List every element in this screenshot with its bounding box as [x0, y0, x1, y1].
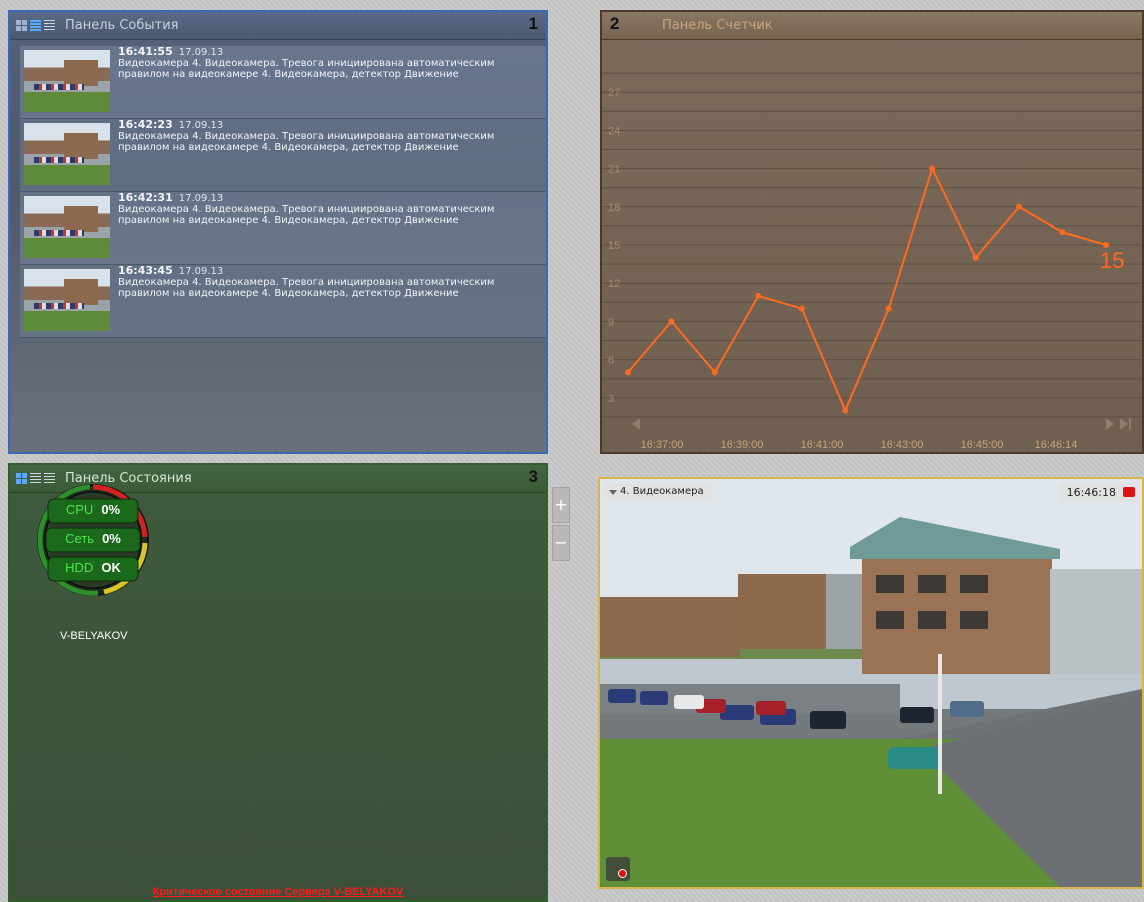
panel-title: Панель События [65, 18, 179, 33]
event-description: Видеокамера 4. Видеокамера. Тревога иниц… [118, 131, 495, 153]
current-value-label: 15 [1100, 248, 1124, 273]
metric-label: HDD [65, 560, 94, 575]
event-date: 17.09.13 [178, 47, 224, 58]
scroll-right-icon[interactable] [1106, 418, 1114, 430]
y-tick-label: 12 [608, 278, 620, 290]
critical-state-link[interactable]: Критическое состояние Сервера V-BELYAKOV [10, 886, 546, 898]
status-panel: Панель Состояния 3 CPU 0% Сеть 0% HDD OK… [8, 463, 548, 902]
view-switcher [16, 20, 55, 31]
event-description: Видеокамера 4. Видеокамера. Тревога иниц… [118, 58, 495, 80]
server-name: V-BELYAKOV [60, 630, 128, 642]
data-point [755, 292, 762, 299]
event-thumbnail[interactable] [24, 123, 110, 185]
data-point [711, 369, 718, 376]
event-thumbnail[interactable] [24, 50, 110, 112]
event-date: 17.09.13 [178, 193, 224, 204]
series-points [625, 165, 1109, 414]
counter-chart: 3 6 9 12 15 18 21 24 27 16:37:00 16:39:00 16:41:00… [602, 72, 1142, 451]
event-time: 16:42:23 [118, 118, 173, 131]
scroll-left-icon[interactable] [632, 418, 640, 430]
event-time: 16:42:31 [118, 191, 173, 204]
series-line [627, 165, 1107, 414]
x-tick-label: 16:46:14 [1035, 439, 1078, 451]
hdd-metric: HDD OK [34, 560, 152, 575]
grid-view-icon[interactable] [16, 20, 27, 31]
panel-number: 2 [610, 14, 620, 33]
event-thumbnail[interactable] [24, 196, 110, 258]
camera-title-button[interactable]: 4. Видеокамера [604, 483, 712, 500]
metric-label: CPU [65, 502, 94, 517]
x-tick-label: 16:39:00 [721, 439, 764, 451]
network-metric: Сеть 0% [34, 531, 152, 546]
data-point [929, 165, 936, 172]
counter-panel-header: 2 Панель Счетчик [602, 12, 1142, 40]
data-point [668, 318, 675, 325]
lines-view-icon[interactable] [44, 20, 55, 31]
event-text: 16:42:23 17.09.13 Видеокамера 4. Видеокам… [118, 119, 542, 153]
camera-video-feed[interactable] [600, 479, 1142, 887]
metric-value: 0% [101, 502, 121, 517]
y-tick-labels: 3 6 9 12 15 18 21 24 27 [608, 87, 620, 405]
event-item[interactable]: 16:42:23 17.09.13 Видеокамера 4. Видеокам… [20, 119, 546, 192]
list-view-icon[interactable] [30, 20, 41, 31]
cpu-metric: CPU 0% [34, 502, 152, 517]
camera-panel[interactable]: 4. Видеокамера 16:46:18 [598, 477, 1144, 889]
events-panel: Панель События 1 16:41:55 17.09.13 Видеок… [8, 10, 548, 454]
event-description: Видеокамера 4. Видеокамера. Тревога иниц… [118, 204, 495, 226]
event-item[interactable]: 16:41:55 17.09.13 Видеокамера 4. Видеокам… [20, 46, 546, 119]
event-text: 16:42:31 17.09.13 Видеокамера 4. Видеокам… [118, 192, 542, 226]
y-tick-label: 6 [608, 355, 614, 367]
event-date: 17.09.13 [178, 266, 224, 277]
events-panel-header: Панель События 1 [10, 12, 546, 40]
data-point [885, 305, 892, 312]
data-point [625, 369, 631, 376]
y-tick-label: 15 [608, 240, 620, 252]
zoom-out-button[interactable]: − [552, 525, 570, 561]
server-status-gauge[interactable]: CPU 0% Сеть 0% HDD OK [34, 481, 152, 599]
data-point [1059, 229, 1066, 236]
x-tick-label: 16:45:00 [961, 439, 1004, 451]
data-point [842, 407, 849, 414]
data-point [798, 305, 805, 312]
event-text: 16:41:55 17.09.13 Видеокамера 4. Видеокам… [118, 46, 542, 80]
camera-menu-icon[interactable] [606, 857, 630, 881]
y-tick-label: 21 [608, 164, 620, 176]
event-thumbnail[interactable] [24, 269, 110, 331]
panel-number: 3 [528, 467, 538, 486]
event-date: 17.09.13 [178, 120, 224, 131]
y-tick-label: 9 [608, 316, 614, 328]
y-tick-label: 18 [608, 202, 620, 214]
event-item[interactable]: 16:43:45 17.09.13 Видеокамера 4. Видеокам… [20, 265, 546, 338]
y-tick-label: 3 [608, 393, 614, 405]
panel-title: Панель Счетчик [662, 18, 773, 33]
chart-grid [602, 72, 1142, 418]
data-point [1016, 203, 1023, 210]
event-text: 16:43:45 17.09.13 Видеокамера 4. Видеокам… [118, 265, 542, 299]
counter-panel: 2 Панель Счетчик 3 6 9 12 15 18 21 24 27 16:37:0… [600, 10, 1144, 454]
rec-icon [1123, 487, 1135, 497]
event-time: 16:41:55 [118, 45, 173, 58]
x-tick-labels: 16:37:00 16:39:00 16:41:00 16:43:00 16:45:00… [641, 439, 1078, 451]
x-tick-label: 16:41:00 [801, 439, 844, 451]
grid-view-icon[interactable] [16, 473, 27, 484]
x-tick-label: 16:43:00 [881, 439, 924, 451]
x-tick-label: 16:37:00 [641, 439, 684, 451]
scroll-end-icon[interactable] [1120, 418, 1131, 430]
event-time: 16:43:45 [118, 264, 173, 277]
y-tick-label: 24 [608, 125, 620, 137]
data-point [972, 254, 979, 261]
y-tick-label: 27 [608, 87, 620, 99]
event-item[interactable]: 16:42:31 17.09.13 Видеокамера 4. Видеокам… [20, 192, 546, 265]
metric-label: Сеть [65, 531, 95, 546]
metric-value: OK [101, 560, 121, 575]
panel-number: 1 [528, 14, 538, 33]
metric-value: 0% [102, 531, 121, 546]
zoom-in-button[interactable]: + [552, 487, 570, 523]
event-description: Видеокамера 4. Видеокамера. Тревога иниц… [118, 277, 495, 299]
event-list: 16:41:55 17.09.13 Видеокамера 4. Видеокам… [20, 46, 546, 338]
